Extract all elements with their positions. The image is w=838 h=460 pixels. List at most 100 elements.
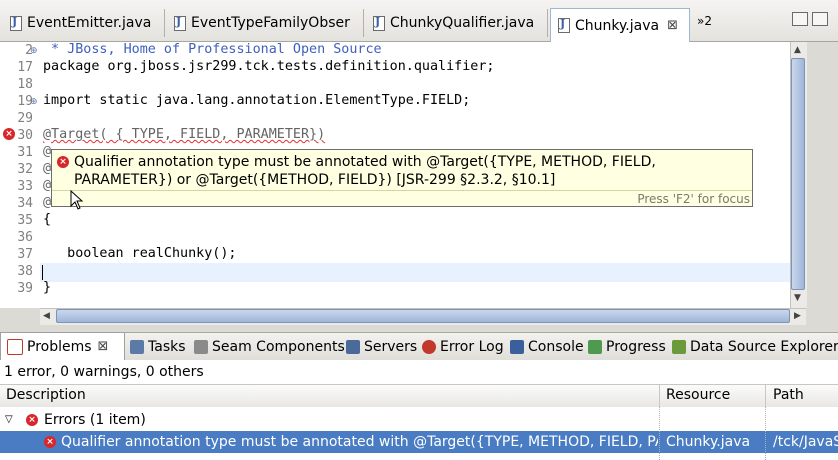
editor-tab-bar: J EventEmitter.java J EventTypeFamilyObs… — [0, 0, 838, 42]
code-line: * JBoss, Home of Professional Open Sourc… — [43, 42, 382, 57]
tab-progress[interactable]: Progress — [588, 333, 666, 360]
view-tab-bar: Problems ⊠ Tasks Seam Components Servers… — [0, 332, 838, 361]
code-line: { — [43, 212, 52, 227]
mouse-pointer-icon — [70, 190, 84, 210]
right-side-panel-edge — [807, 42, 838, 324]
error-icon: × — [26, 414, 38, 426]
column-grid-line — [659, 407, 660, 460]
scroll-right-icon[interactable]: ▶ — [794, 311, 801, 321]
tab-console[interactable]: Console — [510, 333, 584, 360]
vertical-scroll-thumb[interactable] — [791, 58, 805, 290]
code-line: @ — [43, 178, 52, 193]
tab-chunky[interactable]: J Chunky.java ⊠ — [550, 8, 690, 42]
code-line: import static java.lang.annotation.Eleme… — [43, 93, 471, 108]
code-line: } — [43, 280, 52, 295]
progress-icon — [588, 339, 602, 354]
line-number: 35 — [17, 213, 33, 228]
fold-expand-icon[interactable]: ⊕ — [30, 97, 38, 107]
close-icon[interactable]: ⊠ — [667, 18, 678, 33]
problems-table: ▽ × Errors (1 item) × Qualifier annotati… — [0, 407, 838, 460]
tab-servers[interactable]: Servers — [346, 333, 417, 360]
tab-label: Progress — [606, 338, 666, 355]
code-line: @ — [43, 161, 52, 176]
table-row[interactable]: × Qualifier annotation type must be anno… — [0, 431, 838, 453]
close-icon[interactable]: ⊠ — [98, 339, 109, 354]
tab-error-log[interactable]: Error Log — [422, 333, 504, 360]
line-number: 17 — [17, 60, 33, 75]
tab-eventtypefamily[interactable]: J EventTypeFamilyObser — [167, 9, 364, 37]
tooltip-hint: Press 'F2' for focus — [637, 192, 750, 206]
text-caret — [42, 265, 43, 280]
scroll-down-icon[interactable]: ▼ — [794, 293, 801, 303]
current-line-highlight — [40, 263, 790, 282]
code-line: package org.jboss.jsr299.tck.tests.defin… — [43, 59, 495, 74]
tab-tasks[interactable]: Tasks — [130, 333, 186, 360]
column-grid-line — [765, 407, 766, 460]
tab-label: Data Source Explorer — [690, 338, 838, 355]
line-number: 18 — [17, 77, 33, 92]
line-number: 36 — [17, 230, 33, 245]
tooltip-divider — [52, 190, 752, 191]
column-description[interactable]: Description — [6, 387, 86, 403]
column-divider[interactable] — [659, 385, 660, 407]
tab-eventemitter[interactable]: J EventEmitter.java — [3, 9, 165, 37]
servers-icon — [346, 339, 360, 354]
error-icon: × — [44, 436, 56, 448]
column-resource[interactable]: Resource — [666, 387, 730, 403]
maximize-icon[interactable] — [812, 12, 828, 26]
error-hover-tooltip[interactable]: × Qualifier annotation type must be anno… — [51, 149, 753, 207]
tab-label: Seam Components — [212, 338, 345, 355]
tab-label: Tasks — [148, 338, 186, 355]
tooltip-message: Qualifier annotation type must be annota… — [74, 154, 656, 188]
tab-label: Servers — [364, 338, 418, 355]
row-description: Qualifier annotation type must be annota… — [61, 434, 658, 450]
expand-arrow-icon[interactable]: ▽ — [5, 409, 13, 431]
minimize-icon[interactable] — [792, 12, 808, 26]
tab-label: EventTypeFamilyObser — [191, 15, 350, 31]
problems-table-header: Description Resource Path — [0, 384, 838, 408]
java-file-icon: J — [557, 17, 570, 33]
line-number: 37 — [17, 247, 33, 262]
code-line: @ — [43, 144, 52, 159]
tab-chunkyqualifier[interactable]: J ChunkyQualifier.java — [366, 9, 548, 37]
error-icon: × — [57, 156, 69, 168]
java-file-icon: J — [9, 15, 22, 31]
tab-label: Problems — [27, 338, 92, 355]
problems-icon — [7, 338, 23, 355]
tab-seam-components[interactable]: Seam Components — [194, 333, 345, 360]
tab-label: ChunkyQualifier.java — [390, 15, 535, 31]
scroll-left-icon[interactable]: ◀ — [43, 311, 50, 321]
column-path[interactable]: Path — [773, 387, 804, 403]
tab-label: Chunky.java — [575, 17, 660, 34]
fold-expand-icon[interactable]: ⊕ — [30, 46, 38, 56]
line-number: 32 — [17, 162, 33, 177]
line-number: 38 — [17, 264, 33, 279]
error-log-icon — [422, 339, 436, 354]
line-number: 34 — [17, 196, 33, 211]
tab-problems[interactable]: Problems ⊠ — [0, 332, 125, 360]
column-divider[interactable] — [765, 385, 766, 407]
row-resource: Chunky.java — [666, 434, 751, 450]
line-number: 39 — [17, 281, 33, 296]
tab-label: Error Log — [440, 338, 504, 355]
group-label: Errors (1 item) — [44, 412, 146, 428]
line-number: 2 — [25, 43, 33, 58]
data-source-icon — [672, 339, 686, 354]
code-line: @ — [43, 195, 52, 210]
tab-overflow-button[interactable]: »2 — [697, 14, 712, 28]
row-path: /tck/JavaSource/org/jboss/jsr299/tck/tes… — [773, 434, 838, 450]
line-number: 29 — [17, 111, 33, 126]
scroll-up-icon[interactable]: ▲ — [794, 45, 801, 55]
horizontal-scroll-thumb[interactable] — [56, 309, 790, 323]
tab-label: Console — [528, 338, 584, 355]
error-group-row[interactable]: ▽ × Errors (1 item) — [0, 409, 838, 431]
problems-summary: 1 error, 0 warnings, 0 others — [0, 360, 838, 384]
tab-data-source-explorer[interactable]: Data Source Explorer — [672, 333, 838, 360]
line-number: 31 — [17, 145, 33, 160]
line-number: 19 — [17, 94, 33, 109]
tasks-icon — [130, 339, 144, 354]
seam-components-icon — [194, 339, 208, 354]
error-marker-icon[interactable]: × — [3, 128, 15, 140]
line-number: 33 — [17, 179, 33, 194]
java-file-icon: J — [372, 15, 385, 31]
